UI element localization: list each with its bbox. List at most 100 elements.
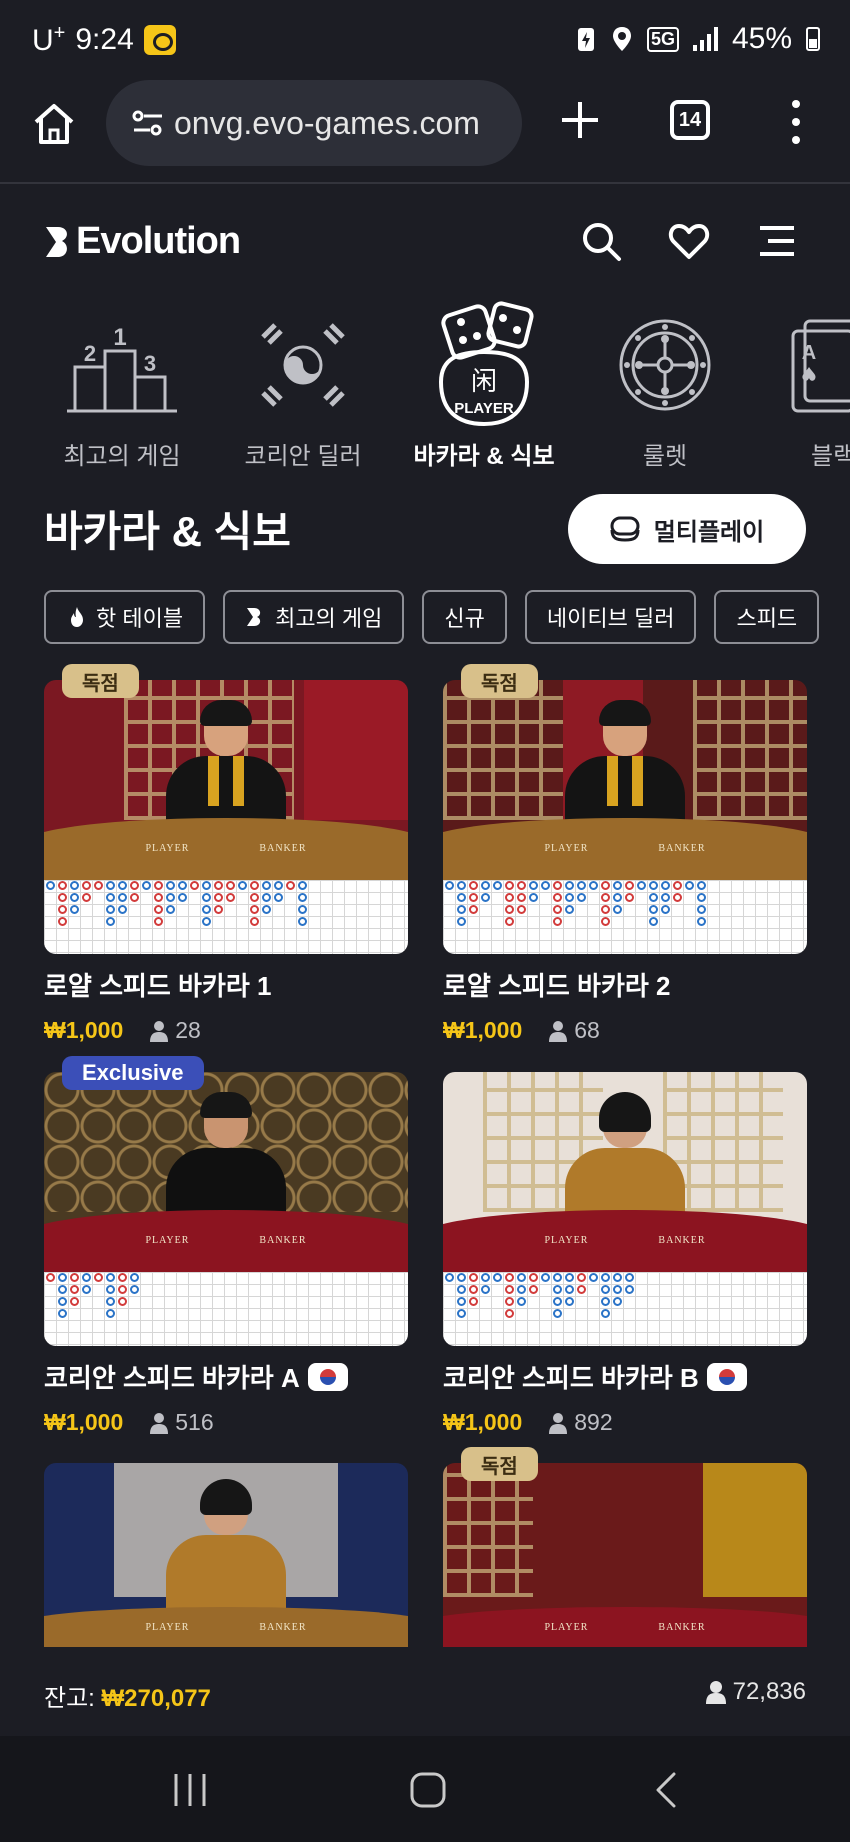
category-label: 룰렛 — [642, 443, 688, 470]
road-dot — [190, 881, 199, 890]
new-tab-icon[interactable] — [558, 98, 602, 142]
game-thumbnail[interactable]: PLAYER BANKER — [44, 1463, 408, 1647]
road-dot — [214, 905, 223, 914]
road-dot — [286, 881, 295, 890]
battery-icon — [806, 27, 820, 51]
game-card[interactable]: PLAYER BANKER — [44, 1463, 408, 1647]
road-dot — [130, 1273, 139, 1282]
home-icon[interactable] — [30, 100, 78, 148]
scoreboard-road — [443, 880, 807, 954]
game-card[interactable]: Exclusive PLAYER BANKER 코리안 스피드 바카라 A ₩1,… — [44, 1056, 408, 1436]
filter-native-dealer[interactable]: 네이티브 딜러 — [524, 590, 697, 644]
category-roulette[interactable]: 룰렛 — [580, 300, 750, 471]
game-thumbnail[interactable]: PLAYER BANKER — [443, 1072, 807, 1346]
road-dot — [577, 1273, 586, 1282]
scoreboard-road — [44, 880, 408, 954]
min-bet: ₩1,000 — [443, 1409, 523, 1435]
road-dot — [178, 881, 187, 890]
game-thumbnail[interactable]: PLAYER BANKER — [443, 1463, 807, 1647]
road-dot — [637, 881, 646, 890]
evolution-logo[interactable]: Evolution — [44, 220, 241, 263]
home-nav-icon[interactable] — [404, 1766, 452, 1814]
road-dot — [565, 881, 574, 890]
filter-top-games[interactable]: 최고의 게임 — [223, 590, 405, 644]
roulette-wheel-icon — [619, 319, 711, 411]
baccarat-glyph: 闲 — [471, 367, 497, 397]
road-dot — [553, 893, 562, 902]
road-dot — [457, 905, 466, 914]
category-korean-dealer[interactable]: 코리안 딜러 — [218, 300, 388, 471]
road-dot — [697, 893, 706, 902]
category-blackjack[interactable]: A 블랙 — [761, 300, 850, 471]
road-dot — [589, 881, 598, 890]
filter-label: 네이티브 딜러 — [546, 606, 675, 631]
category-top-games[interactable]: 12 3 최고의 게임 — [37, 300, 207, 471]
road-dot — [601, 917, 610, 926]
road-dot — [298, 917, 307, 926]
favorites-heart-icon[interactable] — [668, 220, 710, 262]
road-dot — [541, 1273, 550, 1282]
min-bet: ₩1,000 — [44, 1017, 124, 1043]
game-card[interactable]: 독점 PLAYER BANKER 로얄 스피드 바카라 2 ₩1,000 68 — [443, 664, 807, 1044]
baccarat-dice-icon: 闲 PLAYER — [438, 301, 534, 427]
filter-hot-tables[interactable]: 핫 테이블 — [44, 590, 206, 644]
status-left: U+ 9:24 — [32, 22, 176, 58]
road-dot — [517, 1285, 526, 1294]
road-dot — [154, 893, 163, 902]
road-dot — [250, 893, 259, 902]
road-dot — [469, 893, 478, 902]
multiplay-button[interactable]: 멀티플레이 — [568, 494, 806, 564]
road-dot — [106, 1309, 115, 1318]
road-dot — [601, 893, 610, 902]
road-dot — [517, 893, 526, 902]
road-dot — [613, 881, 622, 890]
road-dot — [202, 905, 211, 914]
road-dot — [106, 893, 115, 902]
recent-apps-icon[interactable] — [166, 1766, 214, 1814]
road-dot — [70, 881, 79, 890]
game-name: 코리안 스피드 바카라 A — [44, 1363, 300, 1393]
road-dot — [130, 1285, 139, 1294]
road-dot — [649, 917, 658, 926]
road-dot — [70, 1285, 79, 1294]
filter-new[interactable]: 신규 — [422, 590, 507, 644]
road-dot — [649, 905, 658, 914]
road-dot — [82, 893, 91, 902]
road-dot — [469, 1297, 478, 1306]
game-card[interactable]: PLAYER BANKER 코리안 스피드 바카라 B ₩1,000 892 — [443, 1072, 807, 1436]
road-dot — [202, 881, 211, 890]
game-card[interactable]: 독점 PLAYER BANKER 로얄 스피드 바카라 1 ₩1,000 28 — [44, 664, 408, 1044]
search-icon[interactable] — [580, 220, 622, 262]
category-baccarat-sicbo[interactable]: 闲 PLAYER 바카라 & 식보 — [399, 300, 569, 471]
road-dot — [565, 1273, 574, 1282]
category-label: 최고의 게임 — [63, 443, 181, 470]
road-dot — [661, 905, 670, 914]
category-label: 바카라 & 식보 — [413, 443, 555, 470]
site-settings-icon[interactable] — [130, 108, 166, 138]
filter-speed[interactable]: 스피드 — [714, 590, 820, 644]
road-dot — [469, 1273, 478, 1282]
road-dot — [238, 881, 247, 890]
player-count: 892 — [548, 1409, 613, 1436]
game-card[interactable]: 독점 PLAYER BANKER — [443, 1447, 807, 1647]
exclusive-badge: 독점 — [62, 664, 139, 698]
address-bar[interactable]: onvg.evo-games.com — [106, 80, 522, 166]
road-dot — [565, 1297, 574, 1306]
browser-toolbar: onvg.evo-games.com 14 — [0, 80, 850, 184]
player-count: 28 — [149, 1017, 201, 1044]
balance-display: 잔고: ₩270,077 — [44, 1685, 211, 1712]
road-dot — [601, 1285, 610, 1294]
road-dot — [505, 1309, 514, 1318]
multiplay-icon — [610, 516, 640, 542]
game-thumbnail[interactable]: PLAYER BANKER — [44, 680, 408, 954]
location-icon — [612, 27, 631, 51]
back-icon[interactable] — [644, 1766, 692, 1814]
road-dot — [154, 917, 163, 926]
more-options-icon[interactable] — [790, 100, 802, 144]
system-nav-bar — [0, 1736, 850, 1842]
road-dot — [505, 1285, 514, 1294]
menu-icon[interactable] — [756, 220, 798, 262]
game-thumbnail[interactable]: PLAYER BANKER — [443, 680, 807, 954]
tab-switcher-button[interactable]: 14 — [670, 100, 710, 140]
game-thumbnail[interactable]: PLAYER BANKER — [44, 1072, 408, 1346]
